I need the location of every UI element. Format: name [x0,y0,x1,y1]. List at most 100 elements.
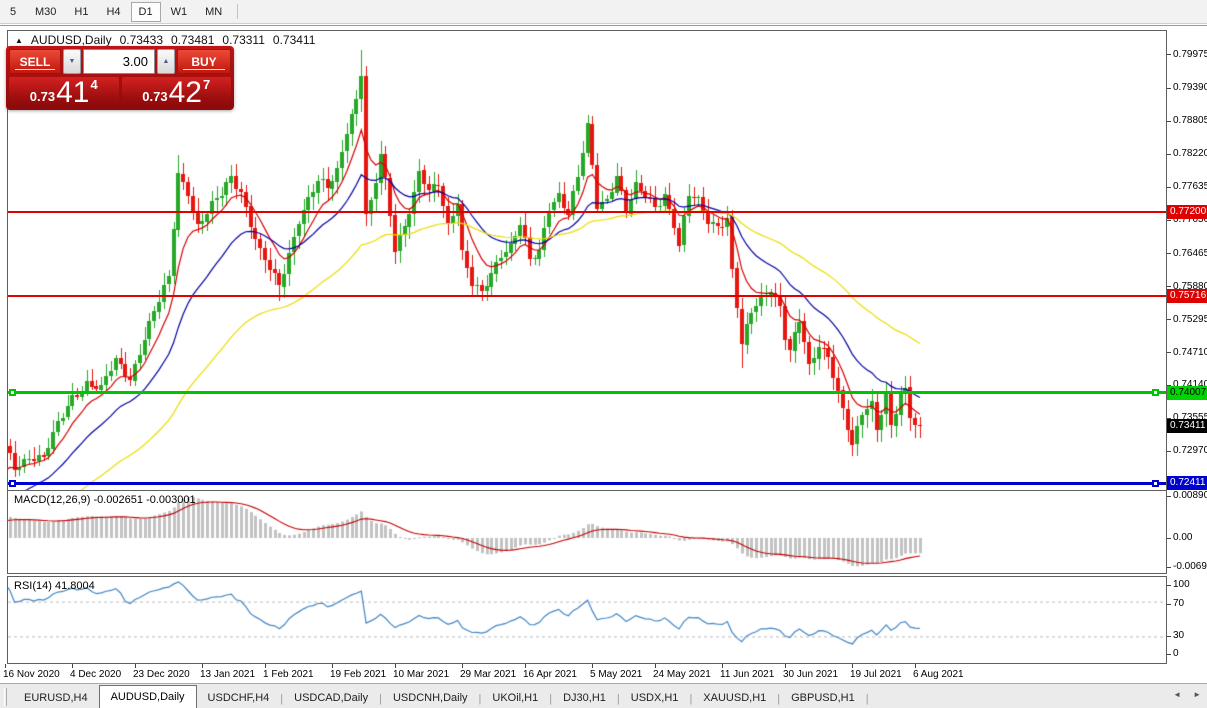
price-axis[interactable]: 0.79975 0.79390 0.78805 0.78220 0.77635 0.770… [1167,26,1207,684]
price-tick-mark [1167,186,1171,188]
volume-increase-button[interactable]: ▲ [157,49,175,74]
date-tick-mark [525,664,526,668]
price-tick-label: 0.76465 [1173,247,1207,259]
date-tick-label: 11 Jun 2021 [720,669,775,680]
timeframe-button-mn[interactable]: MN [197,2,230,22]
date-tick-mark [265,664,266,668]
tab-usdchf-h4[interactable]: USDCHF,H4 [197,689,281,708]
tab-eurusd-h4[interactable]: EURUSD,H4 [13,689,99,708]
tab-scroll-nav: ◄ ► [1173,690,1201,699]
scroll-tabs-left-icon[interactable]: ◄ [1173,690,1181,699]
date-tick-mark [592,664,593,668]
tab-dj30-h1[interactable]: DJ30,H1 [552,689,617,708]
volume-decrease-button[interactable]: ▼ [63,49,81,74]
macd-tick-mark [1167,566,1171,568]
date-tick-mark [202,664,203,668]
date-tick-mark [135,664,136,668]
date-tick-label: 19 Jul 2021 [850,669,902,680]
sell-button-label: SELL [19,54,51,69]
collapse-one-click-icon[interactable]: ▲ [15,36,23,45]
rsi-chart-canvas[interactable] [8,577,1166,663]
price-tick-mark [1167,286,1171,288]
price-tick-mark [1167,450,1171,452]
trading-platform-window: 5 M30 H1 H4 D1 W1 MN ▲ AUDUSD,Daily 0.73433 0.… [0,0,1207,708]
tab-xauusd-h1[interactable]: XAUUSD,H1 [692,689,777,708]
timeframe-button-m30[interactable]: M30 [27,2,64,22]
rsi-tick-mark [1167,584,1171,586]
tab-audusd-daily[interactable]: AUDUSD,Daily [98,685,197,708]
tab-ukoil-h1[interactable]: UKOil,H1 [481,689,549,708]
timeframe-button-w1[interactable]: W1 [163,2,196,22]
date-tick-label: 1 Feb 2021 [263,669,314,680]
horizontal-line-0.77200[interactable] [8,211,1166,213]
chevron-up-icon: ▲ [162,58,170,65]
rsi-tick-mark [1167,603,1171,605]
sell-button[interactable]: SELL [9,49,61,74]
symbol-header: ▲ AUDUSD,Daily 0.73433 0.73481 0.73311 0… [15,33,315,47]
chevron-down-icon: ▼ [68,58,76,65]
symbol-title: AUDUSD,Daily [30,33,112,47]
scroll-tabs-right-icon[interactable]: ► [1193,690,1201,699]
tab-usdx-h1[interactable]: USDX,H1 [620,689,690,708]
sell-price-big: 41 [56,75,90,109]
buy-price-big: 42 [168,75,202,109]
sell-price-prefix: 0.73 [29,89,56,104]
tab-bar-gripper[interactable] [4,688,7,706]
right-line-handle[interactable] [1152,389,1159,397]
date-tick-mark [332,664,333,668]
buy-price-prefix: 0.73 [142,89,168,104]
price-tick-label: 0.72970 [1173,445,1207,457]
ohlc-high: 0.73481 [171,33,215,47]
date-tick-label: 4 Dec 2020 [70,669,122,680]
price-tick-label: 0.78220 [1173,148,1207,160]
price-tick-mark [1167,120,1171,122]
buy-button[interactable]: BUY [177,49,231,74]
timeframe-button-h4[interactable]: H4 [98,2,128,22]
right-line-handle[interactable] [1152,479,1159,487]
date-tick-label: 16 Nov 2020 [3,669,60,680]
sell-price-display[interactable]: 0.73 41 4 [9,77,119,107]
timeframe-toolbar: 5 M30 H1 H4 D1 W1 MN [0,0,1207,24]
price-tick-mark [1167,352,1171,354]
buy-price-display[interactable]: 0.73 42 7 [121,75,231,109]
left-line-handle[interactable] [9,479,16,487]
rsi-tick-label: 0 [1173,648,1179,659]
rsi-tick-label: 70 [1173,598,1185,609]
timeframe-button-d1[interactable]: D1 [130,1,161,22]
price-tick-label: 0.77635 [1173,181,1207,193]
macd-tick-mark [1167,537,1171,539]
macd-tick-mark [1167,495,1171,497]
chart-tab-bar: EURUSD,H4 AUDUSD,Daily USDCHF,H4 | USDCAD,Da… [0,683,1207,708]
price-tick-label: 0.78805 [1173,115,1207,127]
price-tick-mark [1167,153,1171,155]
price-tick-mark [1167,54,1171,56]
date-tick-label: 6 Aug 2021 [913,669,964,680]
macd-tick-label: -0.006975 [1173,561,1207,572]
price-badge: 0.77200 [1167,205,1207,219]
tab-usdcnh-daily[interactable]: USDCNH,Daily [382,689,479,708]
price-badge: 0.74007 [1167,385,1207,400]
horizontal-line-0.75716[interactable] [8,294,1166,297]
price-badge: 0.72411 [1167,476,1207,491]
price-tick-label: 0.75295 [1173,313,1207,325]
date-tick-mark [722,664,723,668]
date-tick-label: 13 Jan 2021 [200,669,256,680]
price-tick-label: 0.79390 [1173,82,1207,94]
one-click-trading-panel: SELL ▼ ▲ BUY 0.73 41 4 0.73 42 7 [6,46,234,110]
rsi-tick-mark [1167,653,1171,655]
tab-usdcad-daily[interactable]: USDCAD,Daily [283,689,379,708]
price-tick-mark [1167,219,1171,221]
macd-indicator-label: MACD(12,26,9) -0.002651 -0.003001 [14,494,196,506]
volume-input[interactable] [83,49,155,74]
timeframe-button-h1[interactable]: H1 [66,2,96,22]
macd-tick-label: 0.008903 [1173,490,1207,501]
left-line-handle[interactable] [9,389,16,397]
timeframe-button-5[interactable]: 5 [1,2,25,22]
ohlc-close: 0.73411 [272,33,316,47]
horizontal-line-0.74007[interactable] [8,391,1166,395]
date-tick-label: 10 Mar 2021 [393,669,450,680]
tab-gbpusd-h1[interactable]: GBPUSD,H1 [780,689,866,708]
horizontal-line-0.72411[interactable] [8,481,1166,485]
date-tick-mark [462,664,463,668]
date-tick-mark [5,664,6,668]
